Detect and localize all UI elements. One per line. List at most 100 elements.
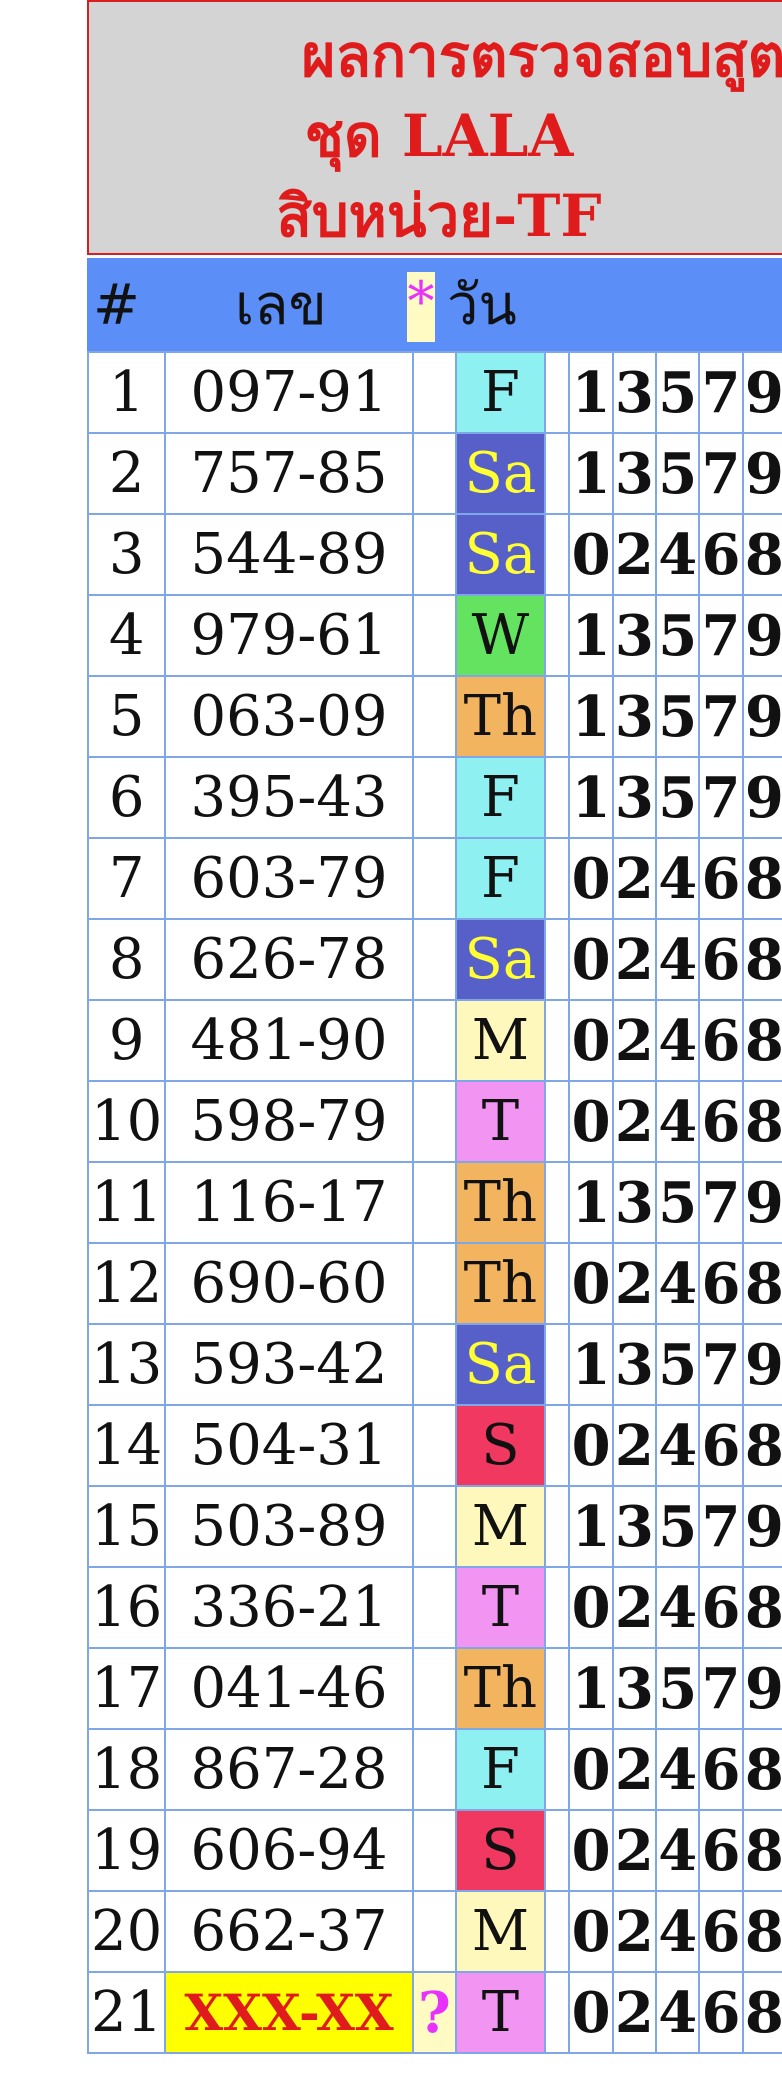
row-number: 979-61 — [164, 594, 414, 677]
row-digit: 1 — [568, 756, 614, 839]
row-index: 7 — [86, 837, 167, 920]
row-day-badge: M — [455, 1890, 546, 1973]
row-digit: 6 — [698, 999, 744, 1082]
row-digit: 2 — [611, 1728, 658, 1811]
title-line-3: สิบหน่วย-TF — [276, 182, 602, 250]
row-digit: 5 — [655, 594, 701, 677]
row-day-badge: T — [455, 1080, 546, 1163]
row-digit: 9 — [741, 1323, 782, 1406]
row-digit: 9 — [741, 675, 782, 758]
row-number: 481-90 — [164, 999, 414, 1082]
row-digit: 4 — [655, 1728, 701, 1811]
row-digit: 9 — [741, 351, 782, 434]
row-digit: 6 — [698, 1404, 744, 1487]
row-digit: 7 — [698, 756, 744, 839]
row-index: 20 — [86, 1890, 167, 1973]
row-day-badge: M — [455, 999, 546, 1082]
row-index: 11 — [86, 1161, 167, 1244]
table-row: 16 336-21 T 0 2 4 6 8 — [86, 1566, 782, 1649]
row-digit: 4 — [655, 1242, 701, 1325]
row-spacer — [543, 513, 571, 596]
row-digit: 2 — [611, 1890, 658, 1973]
row-digit: 8 — [741, 1242, 782, 1325]
row-number: 690-60 — [164, 1242, 414, 1325]
row-index: 13 — [86, 1323, 167, 1406]
row-digit: 2 — [611, 1566, 658, 1649]
row-marker — [411, 1809, 458, 1892]
row-number: 606-94 — [164, 1809, 414, 1892]
table-row: 11 116-17 Th 1 3 5 7 9 — [86, 1161, 782, 1244]
row-number: 662-37 — [164, 1890, 414, 1973]
row-digit: 7 — [698, 1323, 744, 1406]
row-digit: 6 — [698, 513, 744, 596]
row-digit: 3 — [611, 1647, 658, 1730]
row-spacer — [543, 1728, 571, 1811]
row-digit: 2 — [611, 1809, 658, 1892]
row-day-badge: F — [455, 756, 546, 839]
row-digit: 0 — [568, 1728, 614, 1811]
row-index: 15 — [86, 1485, 167, 1568]
row-day-badge: F — [455, 351, 546, 434]
row-digit: 0 — [568, 1809, 614, 1892]
title-banner: ผลการตรวจสอบสูตร ชุด LALA สิบหน่วย-TF — [87, 0, 782, 255]
row-number: 041-46 — [164, 1647, 414, 1730]
row-index: 9 — [86, 999, 167, 1082]
row-marker — [411, 1566, 458, 1649]
row-digit: 0 — [568, 1890, 614, 1973]
row-digit: 7 — [698, 1161, 744, 1244]
row-marker — [411, 432, 458, 515]
row-spacer — [543, 1890, 571, 1973]
row-digit: 4 — [655, 1809, 701, 1892]
row-digit: 9 — [741, 1161, 782, 1244]
row-spacer — [543, 918, 571, 1001]
row-number: XXX-XX — [164, 1971, 414, 2054]
row-day-badge: W — [455, 594, 546, 677]
row-digit: 1 — [568, 675, 614, 758]
row-day-badge: Sa — [455, 432, 546, 515]
table-row: 20 662-37 M 0 2 4 6 8 — [86, 1890, 782, 1973]
table-row: 5 063-09 Th 1 3 5 7 9 — [86, 675, 782, 758]
row-number: 598-79 — [164, 1080, 414, 1163]
row-digit: 2 — [611, 513, 658, 596]
row-digit: 2 — [611, 918, 658, 1001]
row-digit: 1 — [568, 432, 614, 515]
row-digit: 6 — [698, 918, 744, 1001]
row-digit: 3 — [611, 756, 658, 839]
row-marker — [411, 1890, 458, 1973]
table-row: 8 626-78 Sa 0 2 4 6 8 — [86, 918, 782, 1001]
table-row: 1 097-91 F 1 3 5 7 9 — [86, 351, 782, 434]
title-line-1: ผลการตรวจสอบสูตร — [301, 22, 782, 90]
row-digit: 3 — [611, 1323, 658, 1406]
row-day-badge: S — [455, 1809, 546, 1892]
row-day-badge: F — [455, 837, 546, 920]
row-index: 18 — [86, 1728, 167, 1811]
row-digit: 3 — [611, 1161, 658, 1244]
row-spacer — [543, 1080, 571, 1163]
row-index: 16 — [86, 1566, 167, 1649]
row-number: 603-79 — [164, 837, 414, 920]
table-row: 21 XXX-XX? T 0 2 4 6 8 — [86, 1971, 782, 2054]
row-marker — [411, 1161, 458, 1244]
row-digit: 8 — [741, 1566, 782, 1649]
row-digit: 6 — [698, 1242, 744, 1325]
row-day-badge: T — [455, 1971, 546, 2054]
row-digit: 7 — [698, 432, 744, 515]
column-header-marker: * — [407, 272, 435, 342]
row-digit: 3 — [611, 594, 658, 677]
row-digit: 3 — [611, 432, 658, 515]
row-spacer — [543, 594, 571, 677]
row-spacer — [543, 1323, 571, 1406]
table-row: 10 598-79 T 0 2 4 6 8 — [86, 1080, 782, 1163]
row-index: 2 — [86, 432, 167, 515]
row-index: 8 — [86, 918, 167, 1001]
row-index: 12 — [86, 1242, 167, 1325]
row-day-badge: M — [455, 1485, 546, 1568]
row-spacer — [543, 837, 571, 920]
row-digit: 6 — [698, 1728, 744, 1811]
row-marker — [411, 675, 458, 758]
row-digit: 4 — [655, 918, 701, 1001]
row-digit: 5 — [655, 675, 701, 758]
row-marker — [411, 594, 458, 677]
row-day-badge: F — [455, 1728, 546, 1811]
row-digit: 4 — [655, 837, 701, 920]
